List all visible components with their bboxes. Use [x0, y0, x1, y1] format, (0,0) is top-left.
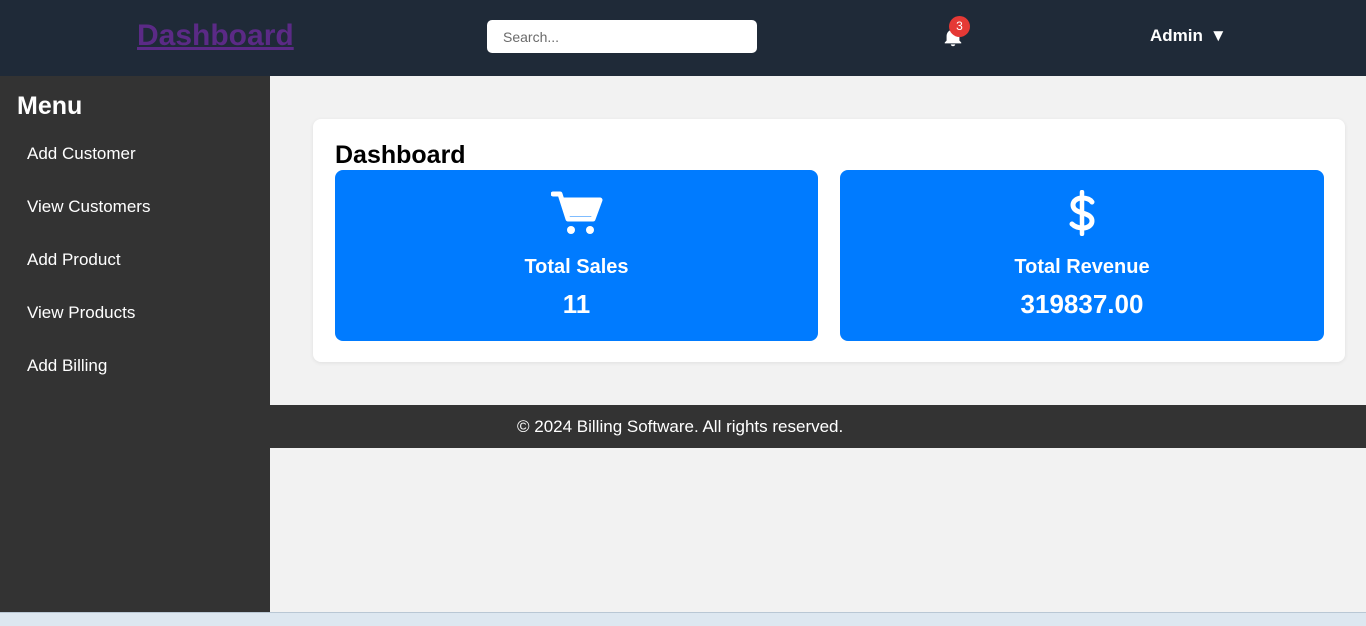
page-title: Dashboard [335, 141, 466, 169]
total-revenue-label: Total Revenue [1014, 256, 1150, 278]
footer: © 2024 Billing Software. All rights rese… [270, 405, 1366, 448]
search-input[interactable] [487, 20, 757, 53]
os-taskbar [0, 612, 1366, 626]
sidebar-item-view-customers[interactable]: View Customers [27, 196, 150, 218]
total-sales-value: 11 [562, 289, 591, 319]
dollar-sign-icon [1069, 190, 1095, 236]
sidebar-item-add-product[interactable]: Add Product [27, 249, 121, 271]
admin-menu[interactable]: Admin ▼ [1150, 24, 1227, 48]
sidebar-title: Menu [17, 92, 83, 120]
total-sales-label: Total Sales [524, 256, 629, 278]
sidebar-item-add-billing[interactable]: Add Billing [27, 355, 107, 377]
brand-link[interactable]: Dashboard [137, 18, 294, 54]
notification-badge: 3 [949, 16, 970, 37]
admin-label: Admin [1150, 26, 1203, 45]
total-revenue-value: 319837.00 [1020, 289, 1144, 319]
sidebar: Menu Add Customer View Customers Add Pro… [0, 76, 270, 612]
sidebar-item-add-customer[interactable]: Add Customer [27, 143, 136, 165]
chevron-down-icon: ▼ [1209, 26, 1227, 45]
top-navbar: Dashboard 3 Admin ▼ [0, 0, 1366, 76]
notifications-button[interactable]: 3 [940, 16, 970, 52]
footer-copyright: © 2024 Billing Software. All rights rese… [517, 417, 844, 436]
total-sales-card: Total Sales 11 [335, 170, 818, 341]
total-revenue-card: Total Revenue 319837.00 [840, 170, 1324, 341]
sidebar-item-view-products[interactable]: View Products [27, 302, 135, 324]
dashboard-panel: Dashboard Total Sales 11 Total Revenue 3… [313, 119, 1345, 362]
shopping-cart-icon [550, 191, 602, 234]
